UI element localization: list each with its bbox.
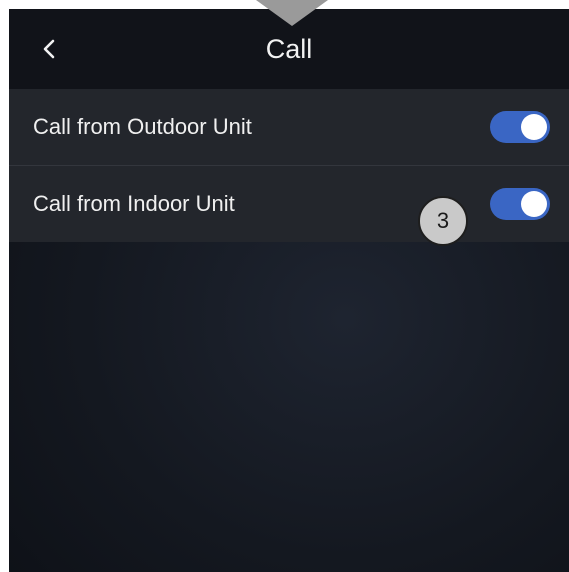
setting-row-indoor-unit: Call from Indoor Unit xyxy=(9,165,569,242)
setting-label-outdoor-unit: Call from Outdoor Unit xyxy=(33,114,252,139)
setting-label-indoor-unit: Call from Indoor Unit xyxy=(33,191,235,216)
toggle-indoor-unit[interactable] xyxy=(490,188,550,220)
settings-list: Call from Outdoor Unit Call from Indoor … xyxy=(9,89,569,242)
toggle-outdoor-unit[interactable] xyxy=(490,111,550,143)
setting-row-outdoor-unit: Call from Outdoor Unit xyxy=(9,89,569,165)
toggle-knob xyxy=(521,114,547,140)
callout-number-badge: 3 xyxy=(418,196,468,246)
toggle-knob xyxy=(521,191,547,217)
page-title: Call xyxy=(265,34,313,64)
page: Call Call from Outdoor Unit Call from In… xyxy=(0,0,569,572)
down-arrow-icon xyxy=(256,0,328,26)
device-screen: Call Call from Outdoor Unit Call from In… xyxy=(9,9,569,572)
